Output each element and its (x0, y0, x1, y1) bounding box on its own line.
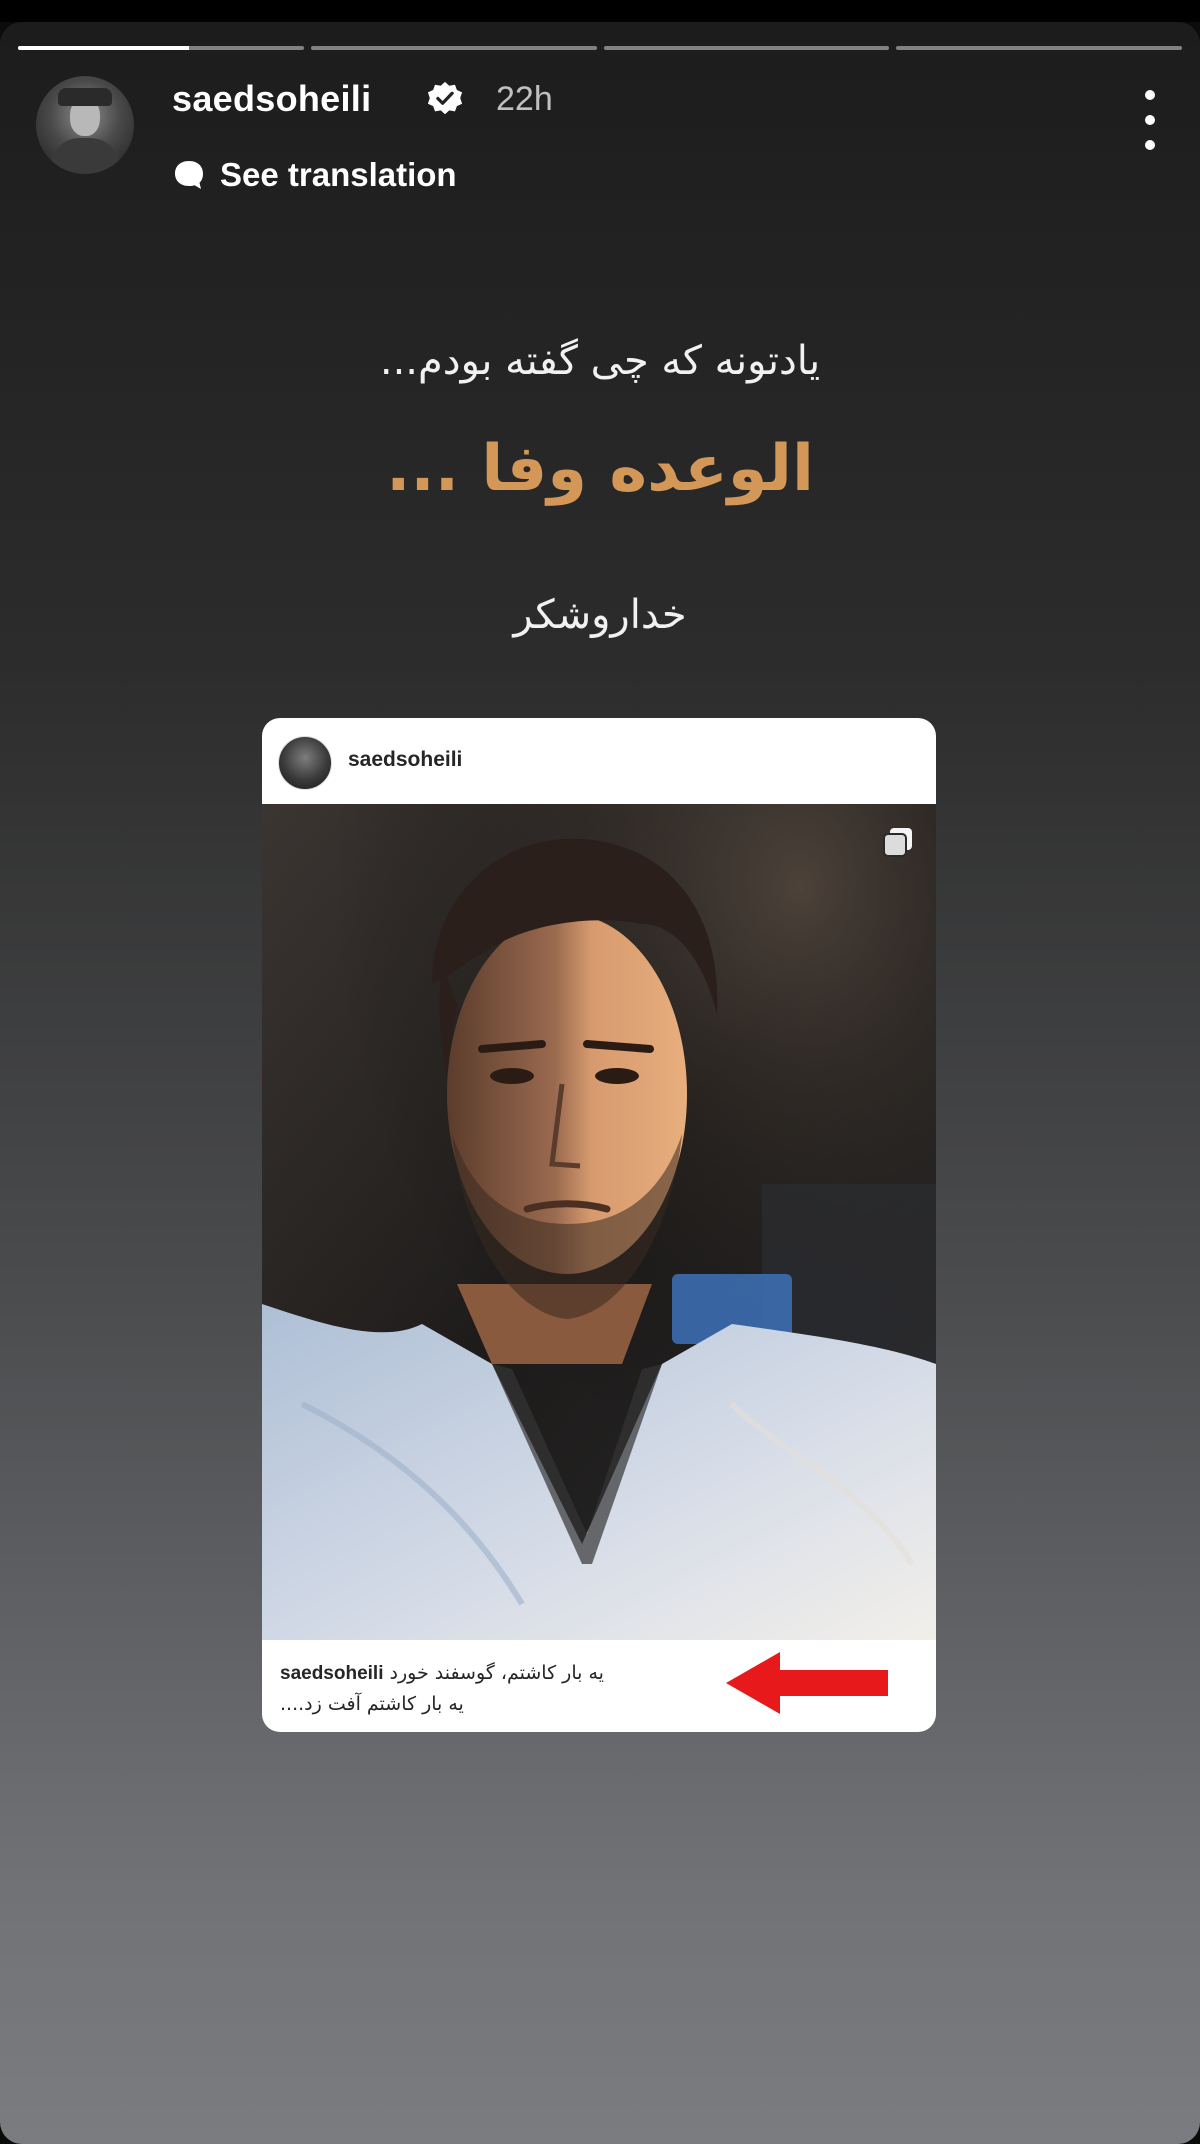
caption-line-2: یه بار کاشتم آفت زد.... (280, 1693, 464, 1715)
status-strip (0, 0, 1200, 22)
story-timestamp: 22h (496, 80, 553, 118)
see-translation-button[interactable]: See translation (172, 156, 457, 194)
embedded-post-photo (262, 804, 936, 1640)
see-translation-label: See translation (220, 156, 457, 193)
more-options-icon[interactable] (1140, 90, 1160, 150)
progress-segment (603, 46, 890, 50)
red-arrow-left-icon (726, 1652, 888, 1714)
embedded-post-caption: saedsoheili یه بار کاشتم، گوسفند خورد یه … (262, 1640, 936, 1732)
story-header: saedsoheili 22h See translation (34, 76, 1174, 206)
caption-username: saedsoheili (280, 1663, 384, 1684)
embedded-post-card[interactable]: saedsoheili saedsoheili یه بار کاشتم، گو… (262, 718, 936, 1732)
story-username[interactable]: saedsoheili (172, 78, 371, 120)
story-text-headline: الوعده وفا ... (386, 432, 814, 506)
embedded-post-avatar (278, 736, 332, 790)
verified-badge-icon (427, 81, 463, 115)
embedded-post-header: saedsoheili (262, 718, 936, 804)
profile-avatar[interactable] (36, 76, 134, 174)
progress-segment (896, 46, 1182, 50)
story-viewer[interactable]: saedsoheili 22h See translation یادتونه … (0, 22, 1200, 2144)
embedded-post-username: saedsoheili (348, 748, 463, 771)
speech-bubble-icon (175, 161, 203, 189)
selfie-photo (262, 804, 936, 1640)
progress-segment (310, 46, 597, 50)
story-text-line-3: خداروشکر (513, 592, 687, 638)
story-text-line-1: یادتونه که چی گفته بودم... (379, 338, 821, 384)
story-progress-bar (18, 46, 1182, 51)
caption-text: saedsoheili یه بار کاشتم، گوسفند خورد یه … (280, 1658, 700, 1719)
carousel-icon (883, 828, 912, 857)
caption-line-1: یه بار کاشتم، گوسفند خورد (389, 1662, 604, 1684)
progress-segment (18, 46, 304, 50)
